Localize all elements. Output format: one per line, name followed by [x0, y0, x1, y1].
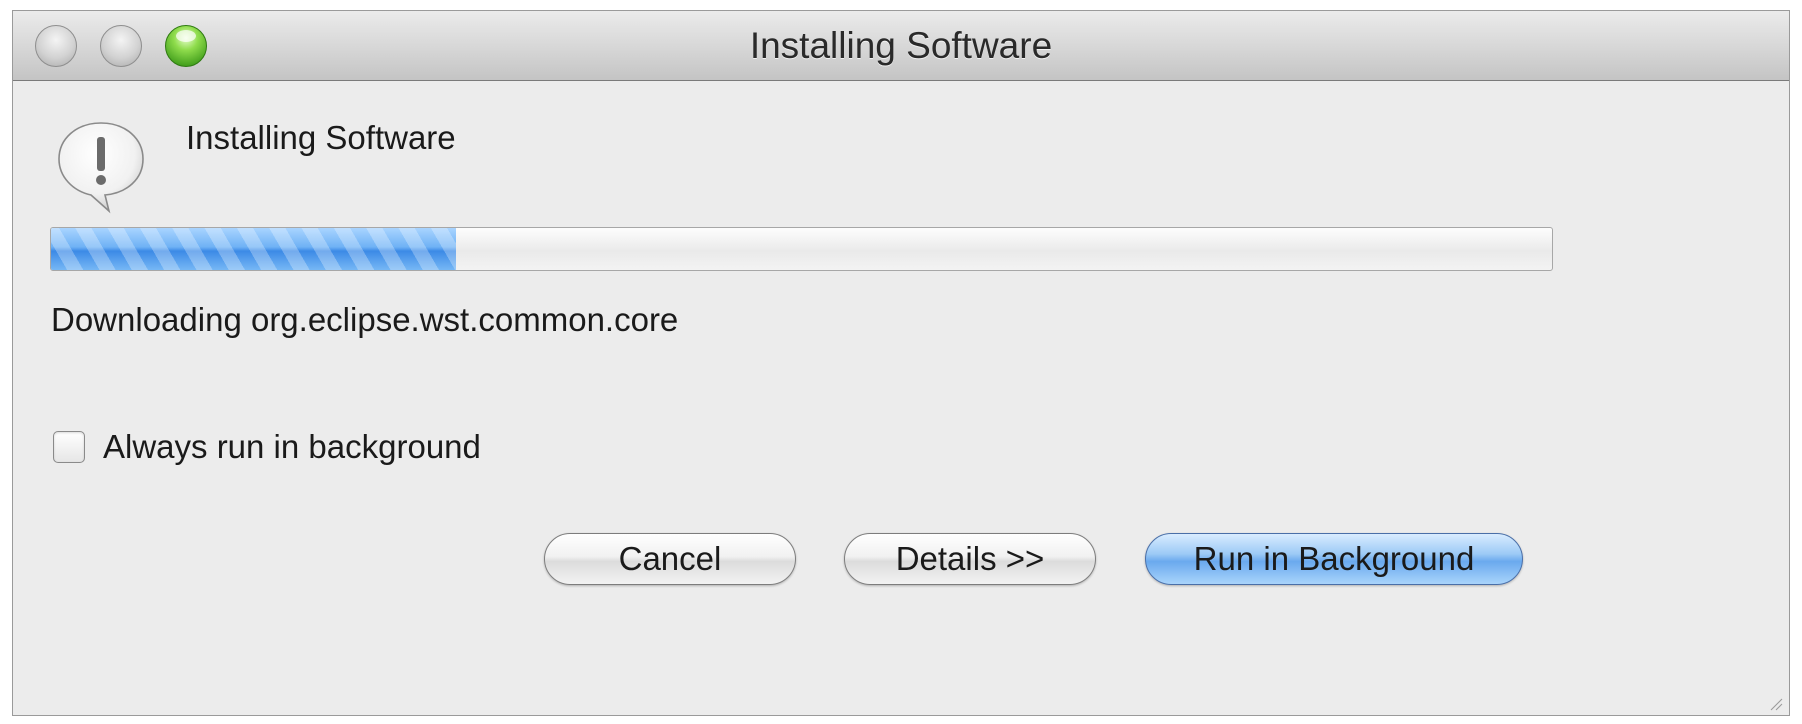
progress-fill: [51, 228, 457, 270]
resize-grip[interactable]: [1769, 697, 1783, 711]
window-title: Installing Software: [749, 25, 1053, 66]
installing-software-dialog: Installing Software Installing Software …: [12, 10, 1790, 716]
run-in-background-button[interactable]: Run in Background: [1145, 533, 1523, 585]
always-run-in-background-checkbox[interactable]: [53, 431, 85, 463]
dialog-header: Installing Software: [186, 119, 456, 156]
always-run-in-background-option[interactable]: Always run in background: [53, 425, 481, 469]
title-bar[interactable]: Installing Software: [13, 11, 1789, 81]
checkbox-label: Always run in background: [103, 428, 481, 465]
status-message: Downloading org.eclipse.wst.common.core: [51, 301, 679, 338]
alert-exclamation-icon: [51, 115, 151, 215]
details-button[interactable]: Details >>: [844, 533, 1096, 585]
cancel-button[interactable]: Cancel: [544, 533, 796, 585]
progress-bar: [50, 227, 1553, 271]
